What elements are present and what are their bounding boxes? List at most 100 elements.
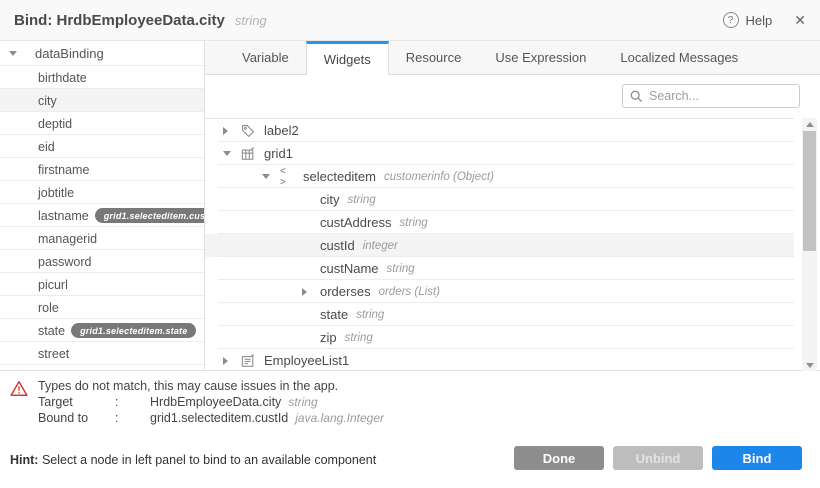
tree-node-label: custAddress	[320, 215, 392, 230]
tree-node-type: orders (List)	[379, 286, 440, 298]
sidebar-item-street[interactable]: street	[0, 342, 204, 365]
tree-node-employeelist1[interactable]: EmployeeList1	[205, 349, 794, 372]
target-value: HrdbEmployeeData.city	[150, 394, 281, 410]
source-panel: VariableWidgetsResourceUse ExpressionLoc…	[205, 41, 820, 370]
warning-icon	[10, 380, 28, 397]
search-input[interactable]	[649, 89, 792, 103]
tree-node-label: custId	[320, 238, 355, 253]
scroll-down-icon[interactable]	[802, 359, 817, 371]
warning-text-block: Types do not match, this may cause issue…	[38, 378, 384, 429]
sidebar-item-label: firstname	[38, 163, 89, 177]
tree-node-label: EmployeeList1	[264, 353, 349, 368]
tree-node-custname[interactable]: custName string	[205, 257, 794, 280]
sidebar-item-label: password	[38, 255, 92, 269]
close-icon[interactable]: ✕	[794, 12, 806, 29]
colon: :	[115, 394, 150, 410]
caret-right-icon[interactable]	[223, 127, 241, 135]
target-tree-panel: dataBinding birthdate city deptid eid firstn…	[0, 41, 205, 370]
bind-button[interactable]: Bind	[712, 446, 802, 470]
colon: :	[115, 410, 150, 426]
tree-node-orderses[interactable]: orderses orders (List)	[205, 280, 794, 303]
caret-down-icon[interactable]	[262, 174, 280, 179]
list-icon	[241, 354, 257, 368]
tree-node-label: orderses	[320, 284, 371, 299]
sidebar-item-label: tenantid	[38, 370, 82, 371]
dialog-footer: Hint: Select a node in left panel to bin…	[0, 429, 820, 488]
warning-bound-row: Bound to : grid1.selecteditem.custId jav…	[38, 410, 384, 426]
sidebar-item-birthdate[interactable]: birthdate	[0, 66, 204, 89]
bind-dialog: Bind: HrdbEmployeeData.city string ? Hel…	[0, 0, 820, 488]
sidebar-item-label: city	[38, 94, 57, 108]
done-button[interactable]: Done	[514, 446, 604, 470]
tree-node-label: city	[320, 192, 340, 207]
tab-bar: VariableWidgetsResourceUse ExpressionLoc…	[205, 41, 820, 75]
bound-to-value: grid1.selecteditem.custId	[150, 410, 288, 426]
dialog-header: Bind: HrdbEmployeeData.city string ? Hel…	[0, 0, 820, 41]
tab-variable[interactable]: Variable	[225, 41, 306, 74]
sidebar-item-picurl[interactable]: picurl	[0, 273, 204, 296]
sidebar-item-eid[interactable]: eid	[0, 135, 204, 158]
tree-node-type: customerinfo (Object)	[384, 171, 494, 183]
dialog-title-type: string	[235, 13, 267, 28]
search-icon	[630, 90, 643, 103]
sidebar-list: birthdatecitydeptideidfirstnamejobtitlel…	[0, 65, 204, 370]
tree-node-label: state	[320, 307, 348, 322]
sidebar-item-label: street	[38, 347, 69, 361]
tree-node-type: string	[387, 263, 415, 275]
tree-node-custid[interactable]: custId integer	[205, 234, 794, 257]
sidebar-item-lastname[interactable]: lastnamegrid1.selecteditem.custName	[0, 204, 204, 227]
caret-down-icon[interactable]	[9, 51, 27, 56]
help-button[interactable]: Help	[746, 13, 773, 28]
caret-right-icon[interactable]	[223, 357, 241, 365]
tree-node-zip[interactable]: zipstring	[205, 326, 794, 349]
sidebar-item-label: lastname	[38, 209, 89, 223]
tab-localized-messages[interactable]: Localized Messages	[603, 41, 755, 74]
sidebar-item-managerid[interactable]: managerid	[0, 227, 204, 250]
tree-node-type: integer	[363, 240, 398, 252]
sidebar-item-city[interactable]: city	[0, 89, 204, 112]
caret-right-icon[interactable]	[302, 288, 320, 296]
scrollbar[interactable]	[802, 118, 817, 371]
tree-node-label2[interactable]: label2	[205, 119, 794, 142]
binding-badge: grid1.selecteditem.state	[71, 323, 196, 338]
dialog-title: Bind: HrdbEmployeeData.city	[14, 12, 225, 29]
tree-node-state[interactable]: statestring	[205, 303, 794, 326]
tree-node-selecteditem[interactable]: < >selecteditemcustomerinfo (Object)	[205, 165, 794, 188]
unbind-button[interactable]: Unbind	[613, 446, 703, 470]
sidebar-item-password[interactable]: password	[0, 250, 204, 273]
tree-node-type: string	[348, 194, 376, 206]
bound-to-type: java.lang.Integer	[295, 410, 384, 426]
tree-node-label: label2	[264, 123, 299, 138]
tree-node-custaddress[interactable]: custAddressstring	[205, 211, 794, 234]
help-icon[interactable]: ?	[723, 12, 739, 28]
tree-node-label: zip	[320, 330, 337, 345]
target-type: string	[288, 394, 317, 410]
bound-to-label: Bound to	[38, 410, 115, 426]
footer-buttons: Done Unbind Bind	[514, 446, 802, 470]
hint-label: Hint:	[10, 453, 38, 467]
scrollbar-thumb[interactable]	[803, 131, 816, 251]
sidebar-item-jobtitle[interactable]: jobtitle	[0, 181, 204, 204]
tab-use-expression[interactable]: Use Expression	[478, 41, 603, 74]
sidebar-item-label: deptid	[38, 117, 72, 131]
tree-node-grid1[interactable]: grid1	[205, 142, 794, 165]
caret-down-icon[interactable]	[223, 151, 241, 156]
tree-node-city[interactable]: city string	[205, 188, 794, 211]
search-box[interactable]	[622, 84, 800, 108]
tree-node-label: selecteditem	[303, 169, 376, 184]
scroll-up-icon[interactable]	[802, 118, 817, 130]
tab-resource[interactable]: Resource	[389, 41, 479, 74]
tab-widgets[interactable]: Widgets	[306, 41, 389, 75]
sidebar-item-deptid[interactable]: deptid	[0, 112, 204, 135]
sidebar-item-state[interactable]: stategrid1.selecteditem.state	[0, 319, 204, 342]
sidebar-item-firstname[interactable]: firstname	[0, 158, 204, 181]
tree-node-label: custName	[320, 261, 379, 276]
sidebar-item-label: managerid	[38, 232, 97, 246]
tree-node-label: grid1	[264, 146, 293, 161]
sidebar-item-label: birthdate	[38, 71, 87, 85]
sidebar-item-dataBinding[interactable]: dataBinding	[0, 41, 204, 65]
sidebar-item-role[interactable]: role	[0, 296, 204, 319]
sidebar-item-tenantid[interactable]: tenantid	[0, 365, 204, 370]
warning-target-row: Target : HrdbEmployeeData.city string	[38, 394, 384, 410]
grid-icon	[241, 147, 257, 161]
